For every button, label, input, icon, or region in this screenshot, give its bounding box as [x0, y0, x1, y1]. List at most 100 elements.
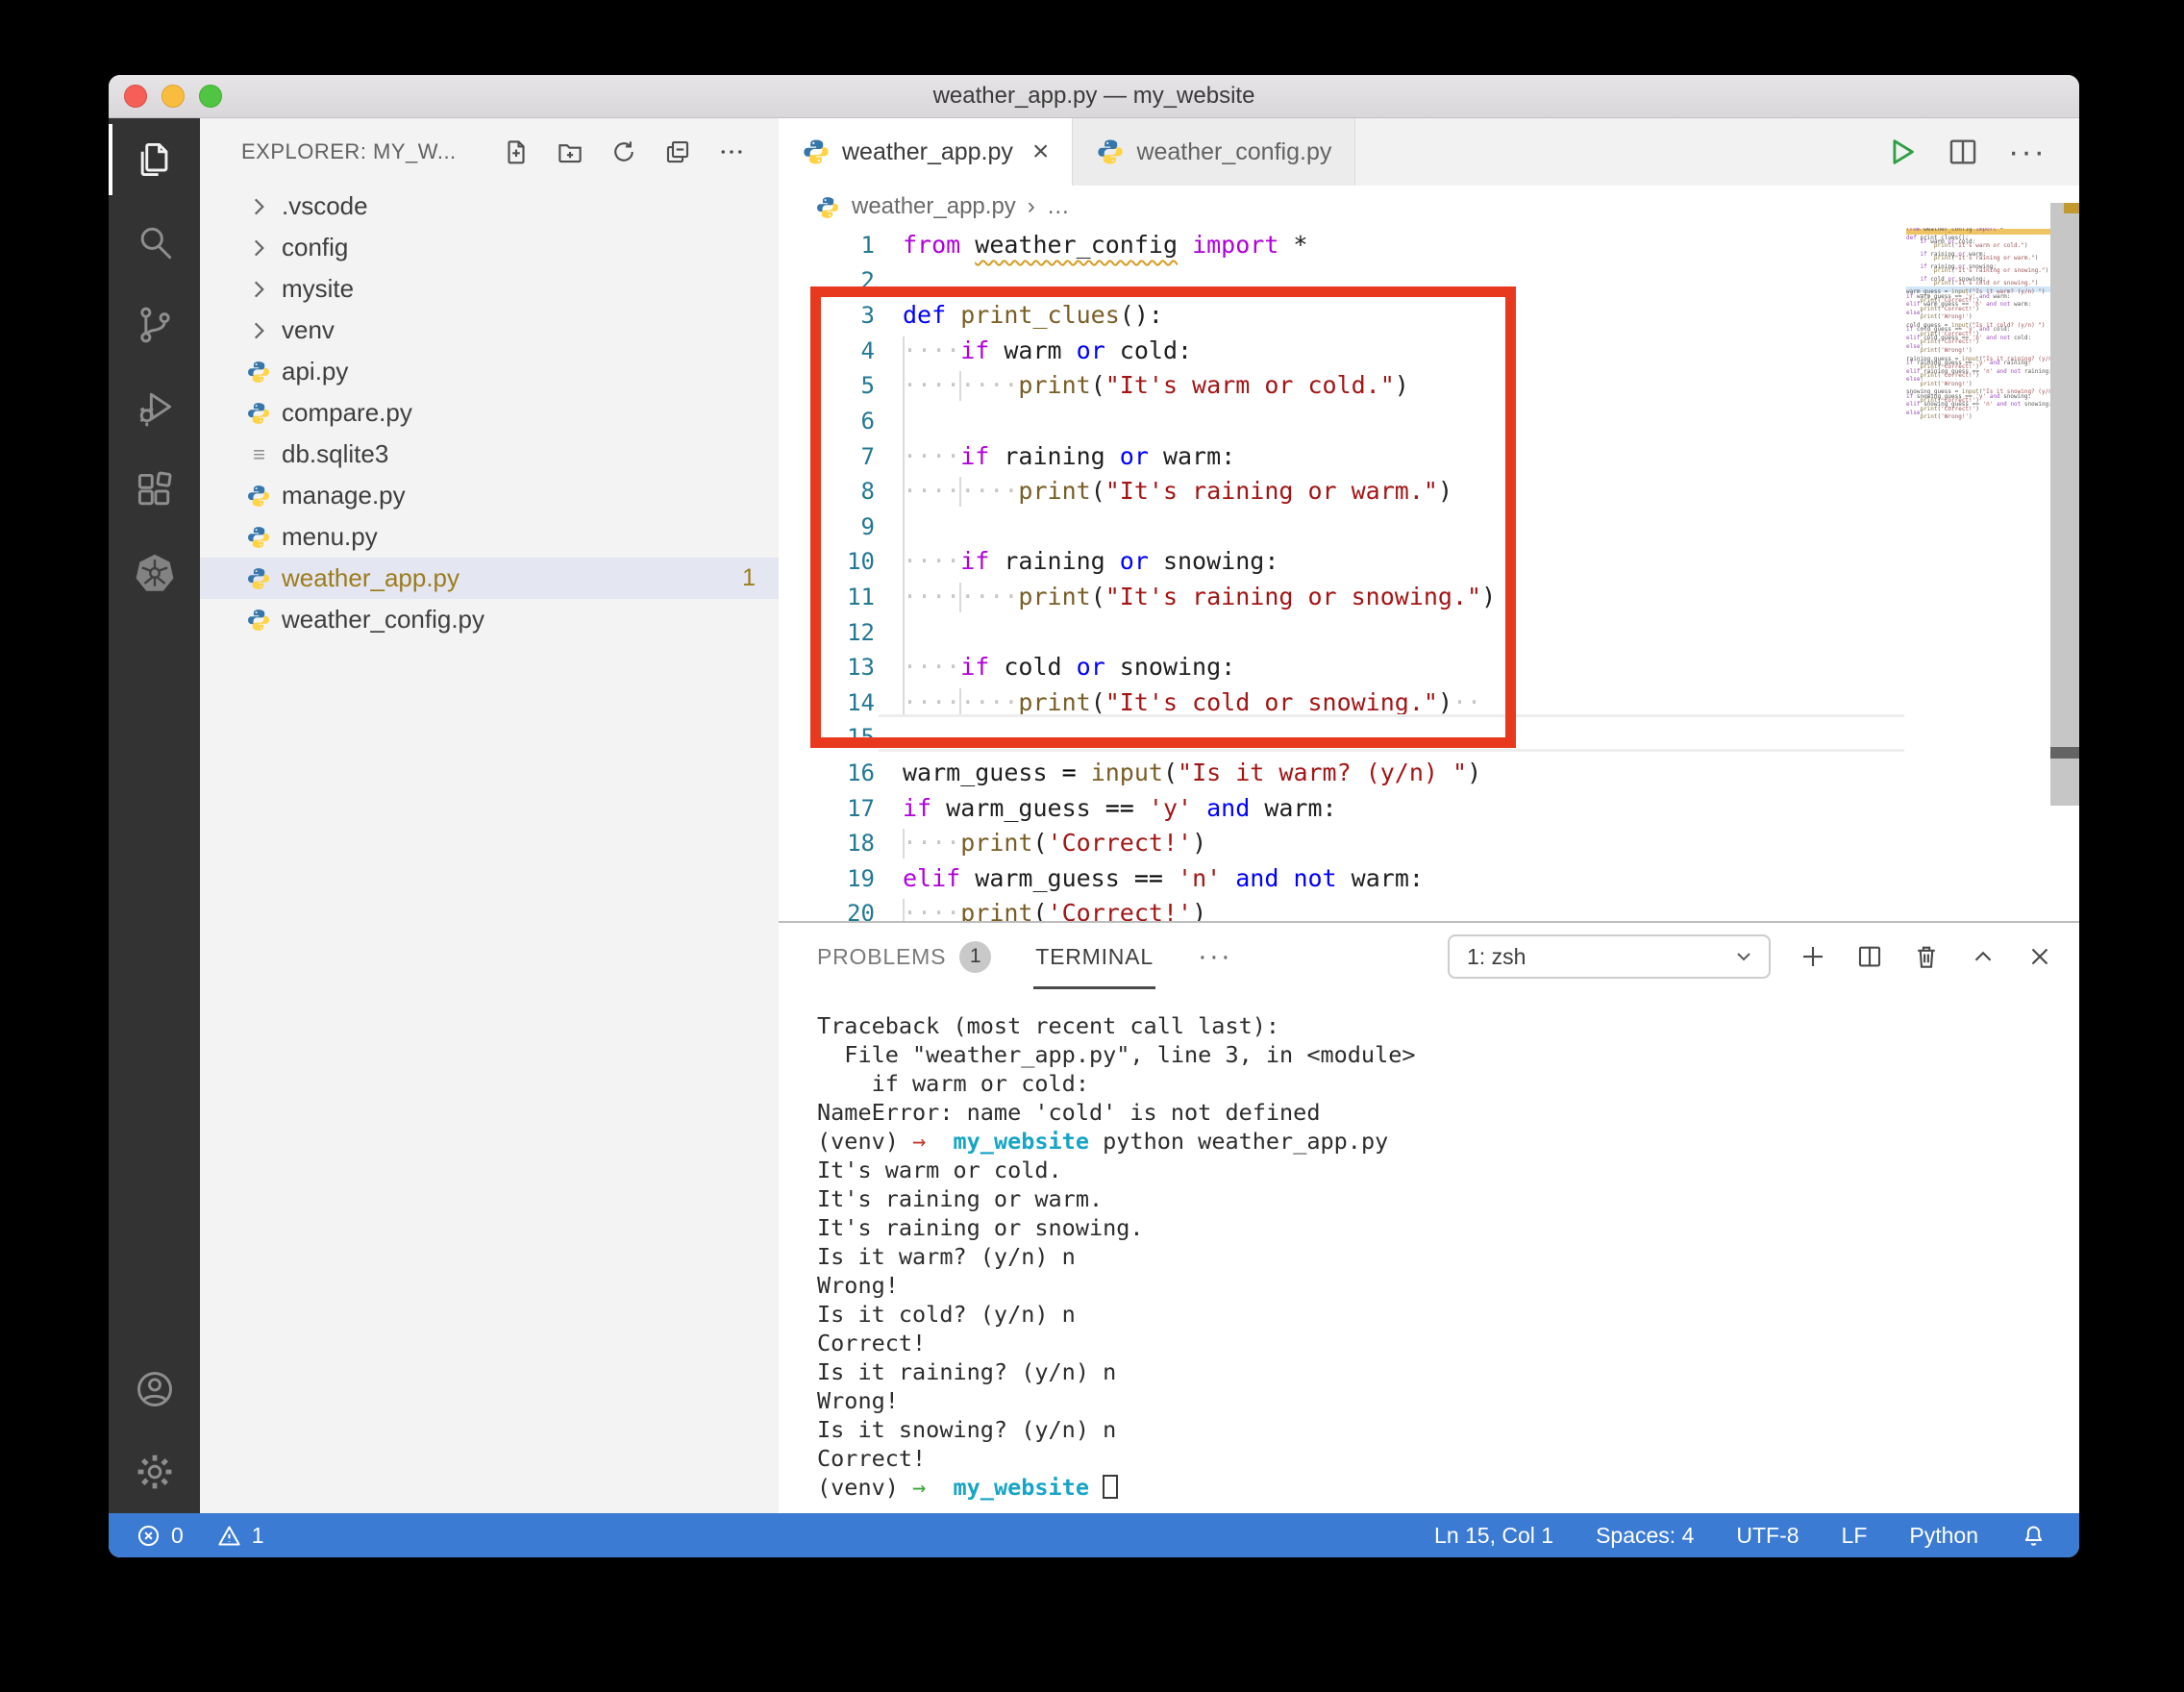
tree-item-label: mysite: [282, 274, 354, 304]
tree-item-label: compare.py: [282, 398, 412, 428]
line-number: 17: [779, 791, 875, 827]
search-icon[interactable]: [109, 201, 200, 284]
chevron-down-icon: [1732, 945, 1755, 968]
terminal-line: Is it snowing? (y/n) n: [817, 1415, 2079, 1444]
tab-weather-config[interactable]: weather_config.py: [1073, 118, 1355, 186]
warnings-icon[interactable]: [216, 1523, 242, 1549]
tree-item[interactable]: mysite: [200, 268, 779, 310]
python-file-icon: [1096, 137, 1125, 166]
chevron-right-icon: [246, 318, 271, 343]
breadcrumb-file[interactable]: weather_app.py: [852, 193, 1016, 220]
extensions-icon[interactable]: [109, 449, 200, 532]
new-folder-icon[interactable]: [556, 137, 584, 166]
settings-gear-icon[interactable]: [109, 1431, 200, 1513]
terminal-line: File "weather_app.py", line 3, in <modul…: [817, 1040, 2079, 1069]
explorer-icon[interactable]: [109, 118, 200, 201]
tab-problems[interactable]: PROBLEMS 1: [817, 941, 991, 973]
tab-terminal[interactable]: TERMINAL: [1033, 925, 1155, 989]
run-debug-icon[interactable]: [109, 366, 200, 449]
panel-header: PROBLEMS 1 TERMINAL ··· 1: zsh: [779, 923, 2079, 990]
python-file-icon: [246, 608, 271, 633]
terminal-line: Is it cold? (y/n) n: [817, 1300, 2079, 1329]
minimize-window-button[interactable]: [161, 85, 185, 108]
kubernetes-icon[interactable]: [109, 532, 200, 614]
editor-scrollbar[interactable]: [2050, 203, 2079, 806]
status-bar: 0 1 Ln 15, Col 1 Spaces: 4 UTF-8 LF Python: [109, 1513, 2079, 1557]
zoom-window-button[interactable]: [199, 85, 222, 108]
errors-icon[interactable]: [136, 1523, 161, 1549]
problems-label: PROBLEMS: [817, 944, 946, 970]
chevron-right-icon: [246, 277, 271, 302]
tree-item-label: venv: [282, 315, 335, 345]
close-window-button[interactable]: [124, 85, 147, 108]
code-line[interactable]: 16warm_guess = input("Is it warm? (y/n) …: [779, 756, 2079, 791]
tree-item-label: menu.py: [282, 522, 378, 552]
split-terminal-icon[interactable]: [1855, 942, 1884, 971]
tree-item[interactable]: manage.py: [200, 475, 779, 516]
tab-label: weather_config.py: [1136, 138, 1331, 166]
account-icon[interactable]: [109, 1348, 200, 1431]
tree-item[interactable]: menu.py: [200, 516, 779, 558]
panel: PROBLEMS 1 TERMINAL ··· 1: zsh: [779, 921, 2079, 1513]
minimap[interactable]: from weather_config import * def print_c…: [1906, 228, 2050, 497]
status-item[interactable]: LF: [1842, 1523, 1868, 1549]
collapse-folders-icon[interactable]: [663, 137, 692, 166]
close-tab-icon[interactable]: ×: [1032, 137, 1050, 166]
activity-bar: [109, 118, 200, 1513]
terminal-output[interactable]: Traceback (most recent call last): File …: [779, 990, 2079, 1513]
tab-label: weather_app.py: [842, 138, 1013, 166]
code-editor[interactable]: 1from weather_config import *23def print…: [779, 228, 2079, 921]
status-item[interactable]: Spaces: 4: [1596, 1523, 1694, 1549]
warning-count[interactable]: 1: [252, 1523, 264, 1549]
tree-item[interactable]: .vscode: [200, 186, 779, 227]
breadcrumb-more[interactable]: …: [1047, 193, 1070, 220]
scrollbar-warning-marker: [2064, 203, 2079, 213]
bell-icon[interactable]: [2021, 1523, 2047, 1549]
source-control-icon[interactable]: [109, 284, 200, 366]
chevron-right-icon: [246, 194, 271, 219]
status-item[interactable]: Python: [1909, 1523, 1978, 1549]
tree-item[interactable]: weather_app.py1: [200, 558, 779, 599]
terminal-line: Wrong!: [817, 1271, 2079, 1300]
titlebar: weather_app.py — my_website: [109, 75, 2079, 118]
terminal-shell-select[interactable]: 1: zsh: [1448, 934, 1771, 979]
tree-item-label: weather_app.py: [282, 563, 459, 593]
more-actions-icon[interactable]: ···: [2008, 142, 2047, 162]
terminal-line: It's raining or warm.: [817, 1184, 2079, 1213]
tree-item[interactable]: api.py: [200, 351, 779, 392]
window-controls: [124, 85, 222, 108]
breadcrumb[interactable]: weather_app.py › …: [779, 186, 2079, 228]
terminal-line: NameError: name 'cold' is not defined: [817, 1098, 2079, 1127]
tree-item[interactable]: config: [200, 227, 779, 268]
python-file-icon: [246, 484, 271, 509]
terminal-line: It's raining or snowing.: [817, 1213, 2079, 1242]
code-line[interactable]: 17if warm_guess == 'y' and warm:: [779, 791, 2079, 827]
run-icon[interactable]: [1885, 136, 1918, 168]
python-file-icon: [802, 137, 831, 166]
code-line[interactable]: 1from weather_config import *: [779, 228, 2079, 263]
new-file-icon[interactable]: [502, 137, 531, 166]
panel-more-icon[interactable]: ···: [1198, 940, 1232, 973]
status-item[interactable]: Ln 15, Col 1: [1434, 1523, 1553, 1549]
terminal-line: Traceback (most recent call last):: [817, 1011, 2079, 1040]
status-item[interactable]: UTF-8: [1736, 1523, 1799, 1549]
tab-weather-app[interactable]: weather_app.py ×: [779, 118, 1073, 186]
terminal-line: (venv) → my_website: [817, 1473, 2079, 1502]
more-icon[interactable]: [717, 137, 746, 166]
split-editor-icon[interactable]: [1947, 136, 1979, 168]
close-panel-icon[interactable]: [2025, 942, 2054, 971]
tree-item[interactable]: venv: [200, 310, 779, 351]
refresh-icon[interactable]: [609, 137, 638, 166]
kill-terminal-icon[interactable]: [1912, 942, 1941, 971]
new-terminal-icon[interactable]: [1799, 942, 1827, 971]
explorer-sidebar: EXPLORER: MY_W... .vscode config mysite …: [200, 118, 779, 1513]
code-line[interactable]: 18····print('Correct!'): [779, 826, 2079, 861]
line-number: 1: [779, 228, 875, 263]
tree-item[interactable]: ≡db.sqlite3: [200, 434, 779, 475]
tree-item[interactable]: weather_config.py: [200, 599, 779, 640]
maximize-panel-icon[interactable]: [1969, 942, 1998, 971]
code-line[interactable]: 19elif warm_guess == 'n' and not warm:: [779, 861, 2079, 897]
error-count[interactable]: 0: [171, 1523, 184, 1549]
code-line[interactable]: 20····print('Correct!'): [779, 896, 2079, 921]
tree-item[interactable]: compare.py: [200, 392, 779, 434]
